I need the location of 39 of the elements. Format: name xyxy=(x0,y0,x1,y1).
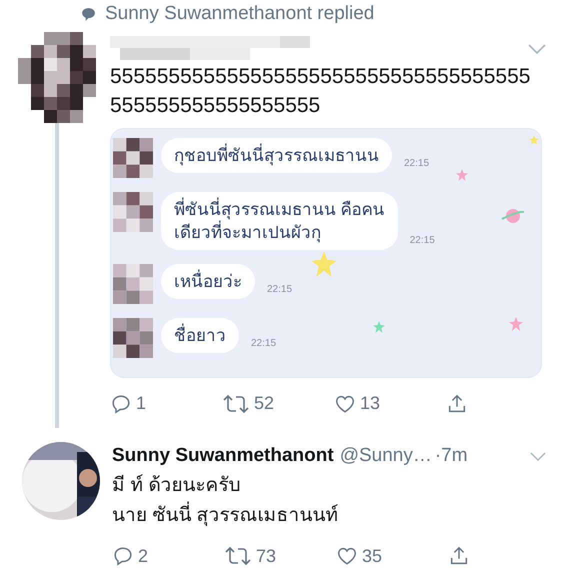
pixelated-avatar xyxy=(113,192,153,232)
reply-icon[interactable] xyxy=(112,545,134,567)
message-time: 22:15 xyxy=(404,157,430,171)
speech-bubble-icon xyxy=(80,6,97,23)
star-icon xyxy=(373,321,385,333)
share-icon[interactable] xyxy=(446,392,468,414)
reply-text: นาย ซันนี่ สุวรรณเมธานนท์ xyxy=(112,500,546,530)
tweet-text: 555555555555555555555555555555555555555555555555555555 xyxy=(110,64,532,119)
chat-bubble: พี่ซันนี่สุวรรณเมธานน คือคน เดียวที่จะมาเปนผัวกุ xyxy=(161,192,398,250)
reply-count: 2 xyxy=(138,544,148,568)
like-count: 13 xyxy=(360,392,380,415)
star-icon xyxy=(456,169,468,181)
pixelated-avatar xyxy=(113,138,153,178)
retweet-count: 52 xyxy=(254,392,274,415)
message-time: 22:15 xyxy=(410,234,435,248)
pixelated-avatar xyxy=(113,264,153,304)
planet-icon xyxy=(501,207,525,225)
heart-icon[interactable] xyxy=(336,545,358,567)
retweet-count: 73 xyxy=(256,544,276,568)
message-time: 22:15 xyxy=(267,283,292,297)
reply-count: 1 xyxy=(136,392,146,415)
chat-bubble: กุชอบพี่ซันนี่สุวรรณเมธานน xyxy=(161,138,392,173)
share-icon[interactable] xyxy=(448,545,470,567)
retweet-icon[interactable] xyxy=(224,545,252,567)
star-icon xyxy=(509,317,523,331)
author-handle: @Sunny… xyxy=(340,444,432,468)
retweet-icon[interactable] xyxy=(222,392,250,414)
star-icon xyxy=(311,251,337,277)
reply-text: มี ท์ ด้วยนะครับ xyxy=(112,473,242,498)
pixelated-avatar xyxy=(113,318,153,358)
chat-bubble: ชื่อยาว xyxy=(161,318,239,353)
reply-notice: Sunny Suwanmethanont replied xyxy=(105,2,374,26)
reply-icon[interactable] xyxy=(110,392,132,414)
chat-bubble: เหนื่อยว่ะ xyxy=(161,264,255,299)
star-icon xyxy=(529,135,539,145)
author-name[interactable]: Sunny Suwanmethanont xyxy=(112,442,334,470)
like-count: 35 xyxy=(362,544,382,568)
post-time: ·7m xyxy=(434,444,468,468)
message-time: 22:15 xyxy=(251,337,276,351)
